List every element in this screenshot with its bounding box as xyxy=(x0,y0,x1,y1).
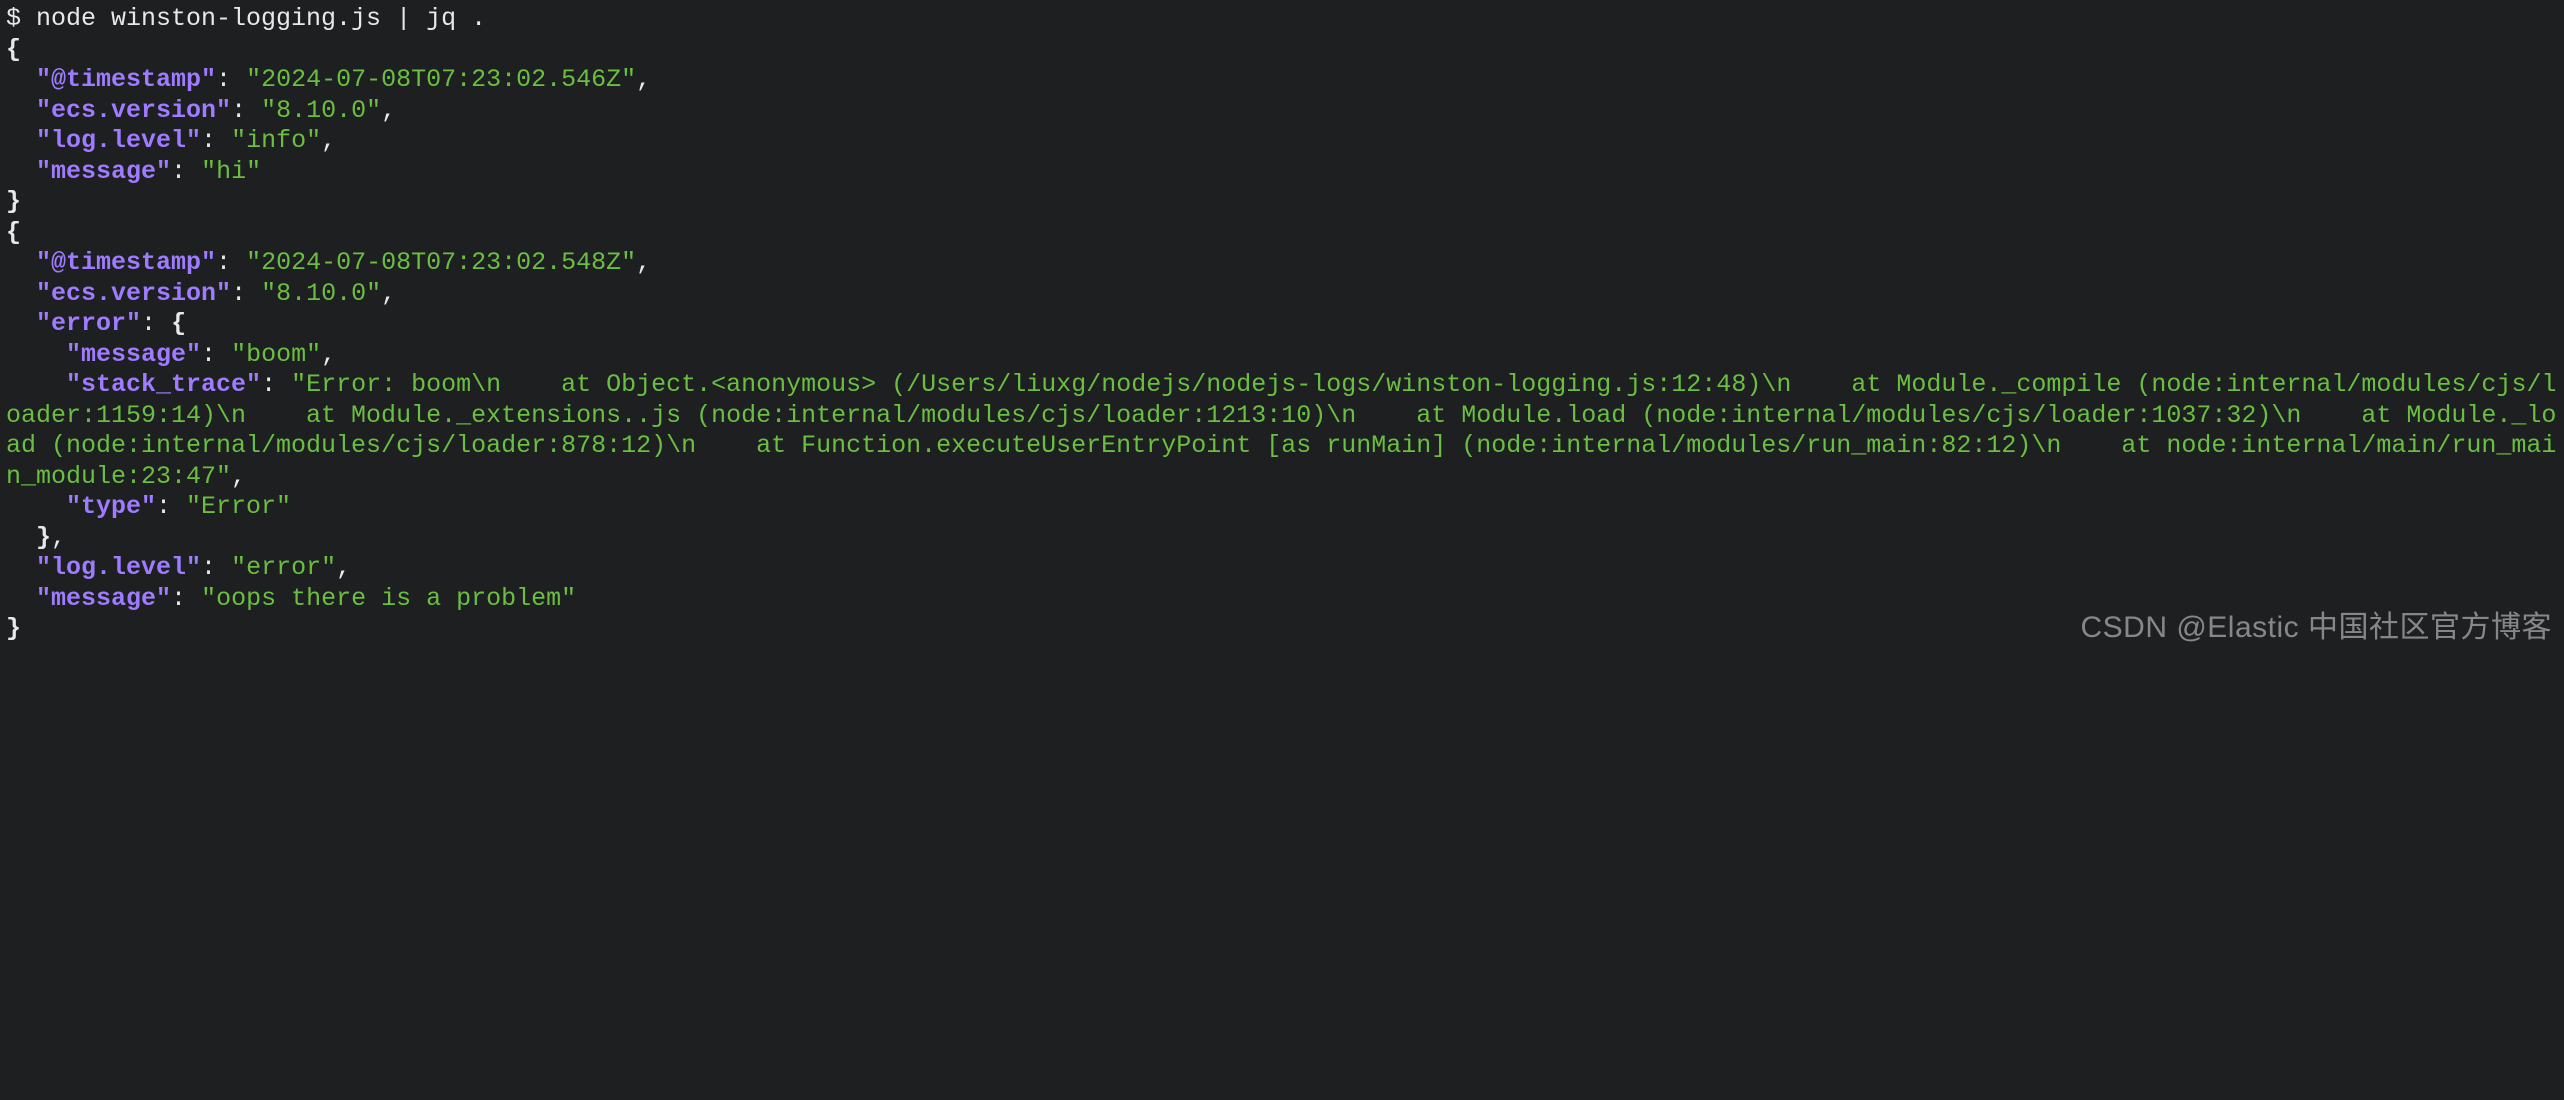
json-string: "hi" xyxy=(201,157,261,186)
json-string: "error" xyxy=(231,553,336,582)
json-key: "message" xyxy=(66,340,201,369)
json-key: "error" xyxy=(36,309,141,338)
json-key: "stack_trace" xyxy=(66,370,261,399)
watermark-text: CSDN @Elastic 中国社区官方博客 xyxy=(2081,610,2553,647)
json-key: "ecs.version" xyxy=(36,279,231,308)
json-string: "oops there is a problem" xyxy=(201,584,576,613)
json-string: "2024-07-08T07:23:02.548Z" xyxy=(246,248,636,277)
json-string: "boom" xyxy=(231,340,321,369)
json-key: "log.level" xyxy=(36,126,201,155)
json-close-brace: } xyxy=(6,614,21,643)
json-key: "type" xyxy=(66,492,156,521)
terminal-output[interactable]: $ node winston-logging.js | jq . { "@tim… xyxy=(0,0,2564,653)
json-key: "log.level" xyxy=(36,553,201,582)
json-string: "8.10.0" xyxy=(261,279,381,308)
json-open-brace: { xyxy=(6,218,21,247)
shell-command: $ node winston-logging.js | jq . xyxy=(6,4,486,33)
json-close-brace: } xyxy=(6,187,21,216)
json-key: "message" xyxy=(36,157,171,186)
json-key: "@timestamp" xyxy=(36,65,216,94)
json-open-brace: { xyxy=(6,35,21,64)
json-string: "Error: boom\n at Object.<anonymous> (/U… xyxy=(6,370,2556,491)
json-string: "info" xyxy=(231,126,321,155)
json-string: "2024-07-08T07:23:02.546Z" xyxy=(246,65,636,94)
json-string: "Error" xyxy=(186,492,291,521)
json-key: "message" xyxy=(36,584,171,613)
json-key: "ecs.version" xyxy=(36,96,231,125)
json-string: "8.10.0" xyxy=(261,96,381,125)
json-key: "@timestamp" xyxy=(36,248,216,277)
